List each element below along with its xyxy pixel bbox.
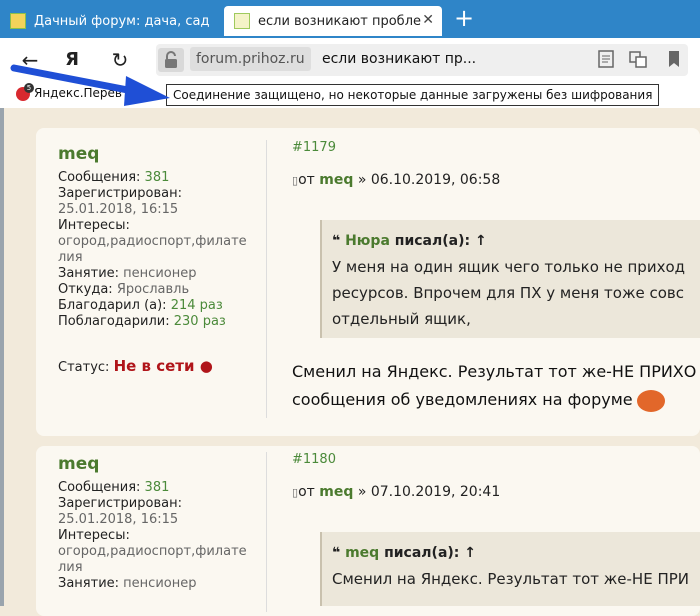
- quote-header: ❝ Нюра писал(а): ↑: [332, 233, 487, 249]
- new-tab-icon[interactable]: +: [452, 6, 476, 31]
- tab-title: Дачный форум: дача, сад: [34, 13, 210, 29]
- post-number[interactable]: #1179: [292, 140, 336, 155]
- url-page-title[interactable]: если возникают пр...: [322, 47, 476, 71]
- quote-icon: ❝: [332, 545, 341, 561]
- tab-bar: Дачный форум: дача, сад если возникают п…: [0, 0, 700, 38]
- profile-registered: 25.01.2018, 16:15: [58, 202, 179, 217]
- profile-interests-label: Интересы:: [58, 218, 130, 233]
- messages-count[interactable]: 381: [145, 170, 170, 185]
- quote-block: ❝ meq писал(а): ↑ Сменил на Яндекс. Резу…: [320, 532, 700, 606]
- close-icon[interactable]: ✕: [422, 12, 434, 28]
- profile-occupation: Занятие: пенсионер: [58, 576, 197, 591]
- profile-registered-label: Зарегистрирован:: [58, 496, 182, 511]
- quote-block: ❝ Нюра писал(а): ↑ У меня на один ящик ч…: [320, 220, 700, 338]
- profile-messages: Сообщения: 381: [58, 170, 170, 185]
- security-tooltip: Соединение защищено, но некоторые данные…: [166, 84, 660, 106]
- profile-interests: огород,радиоспорт,филате: [58, 234, 247, 249]
- reader-mode-icon[interactable]: [596, 48, 616, 70]
- quote-line: Сменил на Яндекс. Результат тот же-НЕ ПР…: [332, 570, 690, 588]
- profile-interests: огород,радиоспорт,филате: [58, 544, 247, 559]
- translate-icon[interactable]: [628, 48, 648, 70]
- quote-author[interactable]: meq: [345, 545, 379, 561]
- divider: [266, 140, 267, 418]
- profile-status: Статус: Не в сети ●: [58, 357, 213, 375]
- profile-occupation: Занятие: пенсионер: [58, 266, 197, 281]
- quote-line: отдельный ящик,: [332, 310, 471, 328]
- quote-line: У меня на один ящик чего только не прихо…: [332, 258, 685, 276]
- profile-interests-label: Интересы:: [58, 528, 130, 543]
- quote-line: ресурсов. Впрочем для ПХ у меня тоже сов…: [332, 284, 684, 302]
- profile-from: Откуда: Ярославль: [58, 282, 190, 297]
- post-text-line: Сменил на Яндекс. Результат тот же-НЕ ПР…: [292, 362, 697, 381]
- status-badge: Не в сети ●: [113, 357, 213, 375]
- post-meta: ▯от meq » 06.10.2019, 06:58: [292, 172, 501, 188]
- profile-registered: 25.01.2018, 16:15: [58, 512, 179, 527]
- meta-author[interactable]: meq: [319, 172, 353, 188]
- post-profile: meq Сообщения: 381 Зарегистрирован: 25.0…: [58, 146, 268, 376]
- divider: [266, 452, 267, 612]
- profile-interests-cont: лия: [58, 560, 83, 575]
- quote-header: ❝ meq писал(а): ↑: [332, 545, 477, 561]
- bookmark-icon[interactable]: [664, 48, 684, 70]
- post-profile: meq Сообщения: 381 Зарегистрирован: 25.0…: [58, 456, 268, 592]
- tab-dacha-forum[interactable]: Дачный форум: дача, сад: [0, 6, 218, 36]
- post-author[interactable]: meq: [58, 456, 268, 473]
- post-author[interactable]: meq: [58, 146, 268, 163]
- profile-thanks: Поблагодарили: 230 раз: [58, 314, 226, 329]
- profile-interests-cont: лия: [58, 250, 83, 265]
- forum-post: meq Сообщения: 381 Зарегистрирован: 25.0…: [36, 446, 700, 616]
- tab-title: если возникают пробле: [258, 13, 422, 29]
- tab-active-thread[interactable]: если возникают пробле ✕: [224, 6, 442, 36]
- messages-count[interactable]: 381: [145, 480, 170, 495]
- quote-author[interactable]: Нюра: [345, 233, 390, 249]
- page-icon: [234, 13, 250, 29]
- post-number[interactable]: #1180: [292, 452, 336, 467]
- annotation-arrow-icon: [10, 64, 170, 106]
- url-domain[interactable]: forum.prihoz.ru: [190, 47, 311, 71]
- sad-smiley-icon: [636, 389, 665, 412]
- post-text: Сменил на Яндекс. Результат тот же-НЕ ПР…: [292, 358, 696, 414]
- profile-thanked: Благодарил (а): 214 раз: [58, 298, 223, 313]
- post-meta: ▯от meq » 07.10.2019, 20:41: [292, 484, 501, 500]
- meta-author[interactable]: meq: [319, 484, 353, 500]
- profile-registered-label: Зарегистрирован:: [58, 186, 182, 201]
- profile-messages: Сообщения: 381: [58, 480, 170, 495]
- quote-icon: ❝: [332, 233, 341, 249]
- post-text-line: сообщения об уведомлениях на форуме: [292, 386, 696, 414]
- page-icon: [10, 13, 26, 29]
- forum-post: meq Сообщения: 381 Зарегистрирован: 25.0…: [36, 128, 700, 436]
